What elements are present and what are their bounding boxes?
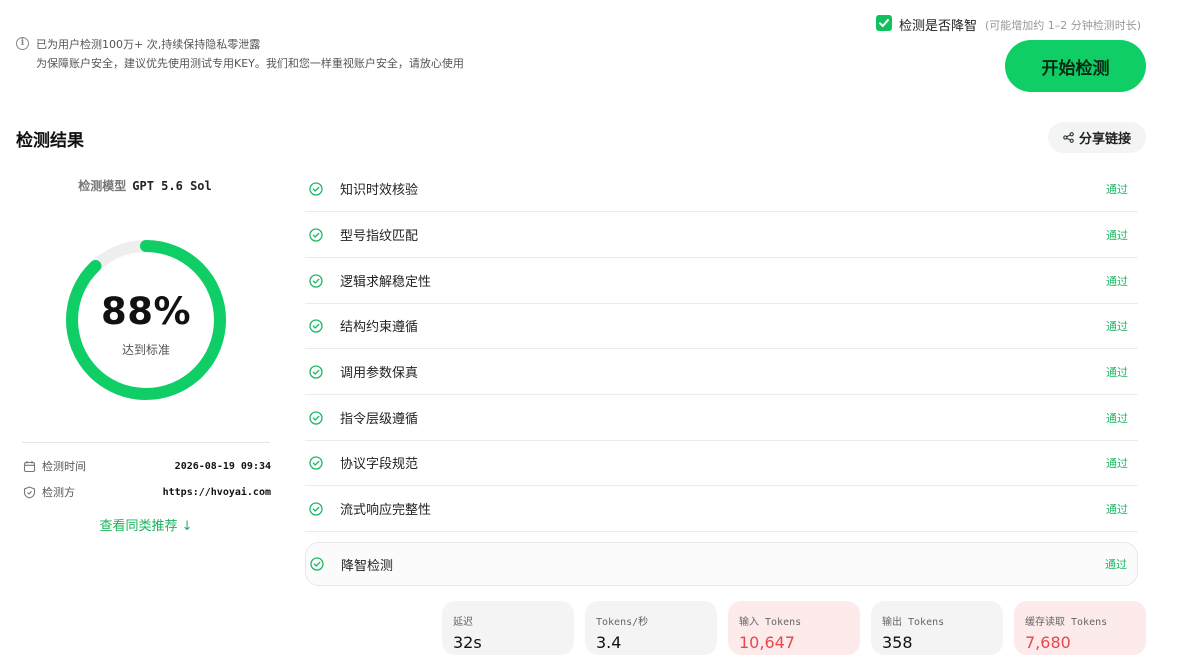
similar-recommendations-link[interactable]: 查看同类推荐 ↓: [20, 515, 272, 534]
check-circle-icon: [309, 455, 323, 470]
model-name: GPT 5.6 Sol: [132, 179, 212, 193]
check-name: 指令层级遵循: [340, 412, 419, 427]
shield-icon: [23, 485, 36, 499]
stat-card: Tokens/秒 3.4: [585, 601, 717, 655]
degrade-hint: (可能增加约 1–2 分钟检测时长): [985, 19, 1142, 32]
info-icon: i: [16, 37, 29, 50]
check-name: 调用参数保真: [340, 366, 419, 381]
stat-label: 输出 Tokens: [882, 617, 945, 628]
check-status: 通过: [1106, 365, 1128, 379]
stat-label: 缓存读取 Tokens: [1025, 617, 1108, 628]
check-circle-icon: [309, 410, 323, 425]
stat-value: 10,647: [739, 633, 795, 652]
check-status: 通过: [1106, 411, 1128, 425]
score-value: 88%: [100, 290, 192, 333]
stat-value: 7,680: [1025, 633, 1071, 652]
check-row: 结构约束遵循 通过: [305, 303, 1138, 349]
degrade-checkbox[interactable]: [876, 15, 892, 31]
stat-value: 358: [882, 633, 913, 652]
check-name: 结构约束遵循: [340, 320, 419, 335]
check-status: 通过: [1105, 558, 1127, 571]
check-row: 型号指纹匹配 通过: [305, 212, 1138, 258]
check-name: 流式响应完整性: [340, 503, 432, 518]
share-link-button[interactable]: 分享链接: [1048, 122, 1146, 153]
check-row: 调用参数保真 通过: [305, 349, 1138, 395]
check-circle-icon: [309, 501, 323, 516]
detection-time-value: 2026-08-19 09:34: [174, 460, 271, 472]
stat-label: 延迟: [453, 617, 473, 628]
stat-value: 3.4: [596, 633, 622, 652]
check-name: 逻辑求解稳定性: [340, 275, 432, 290]
check-row: 逻辑求解稳定性 通过: [305, 258, 1138, 304]
check-circle-icon: [309, 227, 323, 242]
check-status: 通过: [1106, 502, 1128, 516]
check-name: 知识时效核验: [340, 183, 419, 198]
check-row: 指令层级遵循 通过: [305, 395, 1138, 441]
detection-source-value: https://hvoyai.com: [162, 486, 271, 498]
check-status: 通过: [1106, 319, 1128, 333]
check-circle-icon: [309, 181, 323, 196]
check-row: 知识时效核验 通过: [305, 166, 1138, 212]
check-status: 通过: [1106, 274, 1128, 288]
check-circle-icon: [309, 364, 323, 379]
score-caption: 达到标准: [121, 343, 170, 357]
check-circle-icon: [309, 273, 323, 288]
check-name: 型号指纹匹配: [340, 229, 419, 244]
check-row: 流式响应完整性 通过: [305, 486, 1138, 532]
start-detection-button[interactable]: 开始检测: [1005, 40, 1146, 92]
share-icon: [1063, 132, 1074, 143]
detection-source-label: 检测方: [42, 486, 75, 499]
notice-line-1: 已为用户检测100万+ 次,持续保持隐私零泄露: [36, 38, 261, 51]
check-status: 通过: [1106, 182, 1128, 196]
check-status: 通过: [1106, 228, 1128, 242]
check-name: 协议字段规范: [340, 457, 419, 472]
model-label-text: 检测模型: [78, 179, 127, 193]
degrade-check-row: 降智检测 通过: [305, 542, 1138, 586]
checkmark-icon: [879, 19, 889, 27]
detection-source-row: 检测方 https://hvoyai.com: [23, 484, 271, 500]
stat-card: 输入 Tokens 10,647: [728, 601, 860, 655]
section-title: 检测结果: [16, 131, 84, 151]
check-circle-icon: [310, 557, 324, 571]
detection-time-row: 检测时间 2026-08-19 09:34: [23, 458, 271, 474]
stat-card: 延迟 32s: [442, 601, 574, 655]
check-name: 降智检测: [341, 558, 394, 574]
stat-card: 缓存读取 Tokens 7,680: [1014, 601, 1146, 655]
notice-line-2: 为保障账户安全，建议优先使用测试专用KEY。我们和您一样重视账户安全，请放心使用: [36, 57, 464, 70]
check-status: 通过: [1106, 456, 1128, 470]
model-label: 检测模型 GPT 5.6 Sol: [20, 177, 270, 194]
detection-time-label: 检测时间: [42, 460, 86, 473]
check-circle-icon: [309, 318, 323, 333]
stat-card: 输出 Tokens 358: [871, 601, 1003, 655]
share-link-label: 分享链接: [1078, 132, 1131, 147]
calendar-icon: [23, 460, 36, 472]
stat-value: 32s: [453, 633, 482, 652]
degrade-checkbox-label[interactable]: 检测是否降智: [899, 15, 977, 34]
divider: [22, 442, 270, 443]
stat-label: Tokens/秒: [596, 617, 649, 628]
stat-label: 输入 Tokens: [739, 617, 802, 628]
check-row: 协议字段规范 通过: [305, 440, 1138, 486]
